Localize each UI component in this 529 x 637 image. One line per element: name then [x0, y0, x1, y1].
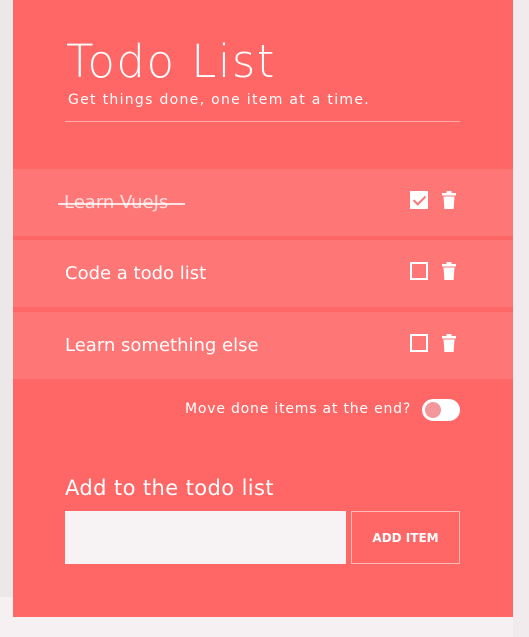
checkbox-icon[interactable]: [410, 334, 428, 352]
toggle-knob: [425, 402, 441, 418]
new-item-input[interactable]: [65, 511, 346, 564]
add-item-button[interactable]: ADD ITEM: [351, 511, 460, 564]
todo-item: Code a todo list: [13, 240, 513, 307]
checkbox-checked-icon[interactable]: [410, 191, 428, 209]
add-item-heading: Add to the todo list: [65, 476, 275, 500]
trash-icon[interactable]: [442, 334, 456, 352]
todo-item: Learn something else: [13, 312, 513, 379]
checkbox-icon[interactable]: [410, 262, 428, 280]
trash-icon[interactable]: [442, 262, 456, 280]
header-divider: [65, 121, 460, 122]
todo-item-label: Code a todo list: [65, 263, 207, 284]
left-background-strip: [0, 0, 13, 597]
strikethrough-line: [58, 203, 185, 205]
todo-item: Learn VueJs: [13, 169, 513, 236]
trash-icon[interactable]: [442, 191, 456, 209]
todo-item-label: Learn something else: [65, 335, 259, 356]
right-background-strip: [513, 0, 529, 637]
page-title: Todo List: [66, 35, 276, 88]
move-done-toggle[interactable]: [422, 399, 460, 421]
todo-card: Todo List Get things done, one item at a…: [13, 0, 513, 617]
page-subtitle: Get things done, one item at a time.: [68, 92, 371, 108]
move-done-label: Move done items at the end?: [185, 401, 412, 417]
